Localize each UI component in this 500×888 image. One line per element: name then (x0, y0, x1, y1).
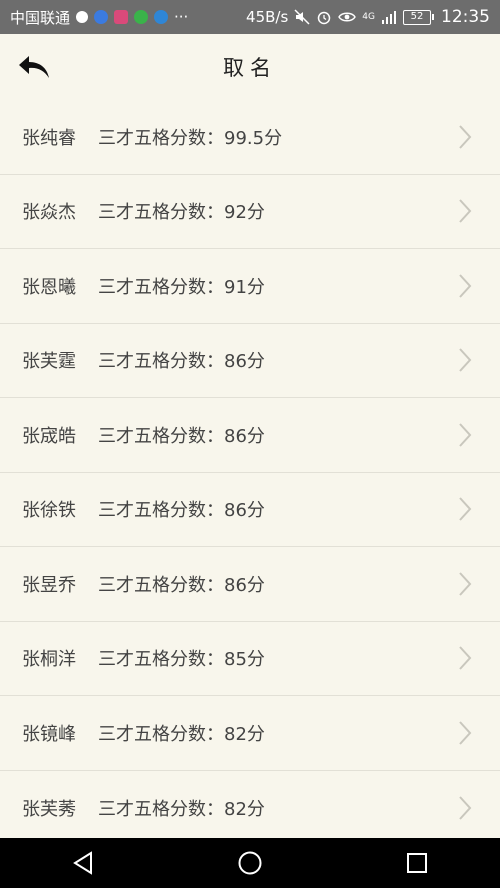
page-title: 取名 (223, 56, 277, 80)
chevron-right-icon (459, 646, 472, 670)
score-label: 三才五格分数：92分 (98, 202, 265, 224)
back-arrow-icon (19, 56, 49, 78)
battery-level: 52 (410, 11, 424, 22)
signal-icon (381, 10, 397, 24)
list-item[interactable]: 张芙霆 三才五格分数：86分 (0, 324, 500, 398)
nav-home-button[interactable] (230, 843, 270, 883)
navigation-bar (0, 838, 500, 888)
name-label: 张宬皓 (22, 425, 76, 447)
name-list: 张纯睿 三才五格分数：99.5分 张焱杰 三才五格分数：92分 张恩曦 三才五格… (0, 100, 500, 845)
chevron-right-icon (459, 796, 472, 820)
list-item[interactable]: 张镜峰 三才五格分数：82分 (0, 696, 500, 771)
app-notification-icon (94, 10, 109, 24)
list-item[interactable]: 张焱杰 三才五格分数：92分 (0, 175, 500, 249)
chevron-right-icon (459, 572, 472, 596)
list-item[interactable]: 张徐铁 三才五格分数：86分 (0, 473, 500, 547)
eye-icon (338, 10, 357, 24)
header: 取名 (0, 34, 500, 100)
score-label: 三才五格分数：86分 (98, 574, 265, 596)
circle-home-icon (238, 851, 262, 875)
status-bar: 中国联通 ··· 45B/s 4G 52 12:35 (0, 0, 500, 34)
name-label: 张芙霆 (22, 351, 76, 373)
back-button[interactable] (14, 50, 54, 84)
list-item[interactable]: 张芙莠 三才五格分数：82分 (0, 771, 500, 846)
chevron-right-icon (459, 721, 472, 745)
app-notification-icon (114, 10, 129, 24)
mute-icon (294, 9, 310, 25)
list-item[interactable]: 张桐洋 三才五格分数：85分 (0, 622, 500, 696)
score-label: 三才五格分数：85分 (98, 649, 265, 671)
nav-recents-button[interactable] (397, 843, 437, 883)
triangle-back-icon (73, 851, 93, 875)
battery-icon: 52 (403, 9, 434, 25)
status-bar-right: 45B/s 4G 52 12:35 (246, 7, 490, 27)
alarm-icon (316, 9, 332, 25)
score-label: 三才五格分数：82分 (98, 723, 265, 745)
nav-back-button[interactable] (63, 843, 103, 883)
score-label: 三才五格分数：91分 (98, 276, 265, 298)
name-label: 张恩曦 (22, 276, 76, 298)
score-label: 三才五格分数：86分 (98, 500, 265, 522)
score-label: 三才五格分数：86分 (98, 351, 265, 373)
play-notification-icon (134, 10, 149, 24)
chevron-right-icon (459, 199, 472, 223)
name-label: 张昱乔 (22, 574, 76, 596)
score-label: 三才五格分数：86分 (98, 425, 265, 447)
network-speed: 45B/s (246, 8, 289, 26)
chevron-right-icon (459, 423, 472, 447)
list-item[interactable]: 张宬皓 三才五格分数：86分 (0, 398, 500, 473)
network-type: 4G (362, 12, 375, 22)
status-bar-left: 中国联通 ··· (10, 7, 246, 28)
app-notification-icon (154, 10, 169, 24)
clock: 12:35 (441, 7, 490, 27)
more-notifications-icon: ··· (174, 8, 189, 26)
list-item[interactable]: 张昱乔 三才五格分数：86分 (0, 547, 500, 622)
name-label: 张纯睿 (22, 127, 76, 149)
square-recents-icon (406, 853, 427, 873)
app-notification-icon (76, 11, 89, 23)
chevron-right-icon (459, 348, 472, 372)
list-item[interactable]: 张纯睿 三才五格分数：99.5分 (0, 100, 500, 175)
name-label: 张徐铁 (22, 500, 76, 522)
chevron-right-icon (459, 497, 472, 521)
score-label: 三才五格分数：99.5分 (98, 127, 283, 149)
name-label: 张镜峰 (22, 723, 76, 745)
carrier-label: 中国联通 (10, 8, 71, 27)
chevron-right-icon (459, 125, 472, 149)
name-label: 张芙莠 (22, 798, 76, 820)
name-label: 张焱杰 (22, 202, 76, 224)
score-label: 三才五格分数：82分 (98, 798, 265, 820)
name-label: 张桐洋 (22, 649, 76, 671)
chevron-right-icon (459, 274, 472, 298)
list-item[interactable]: 张恩曦 三才五格分数：91分 (0, 249, 500, 324)
